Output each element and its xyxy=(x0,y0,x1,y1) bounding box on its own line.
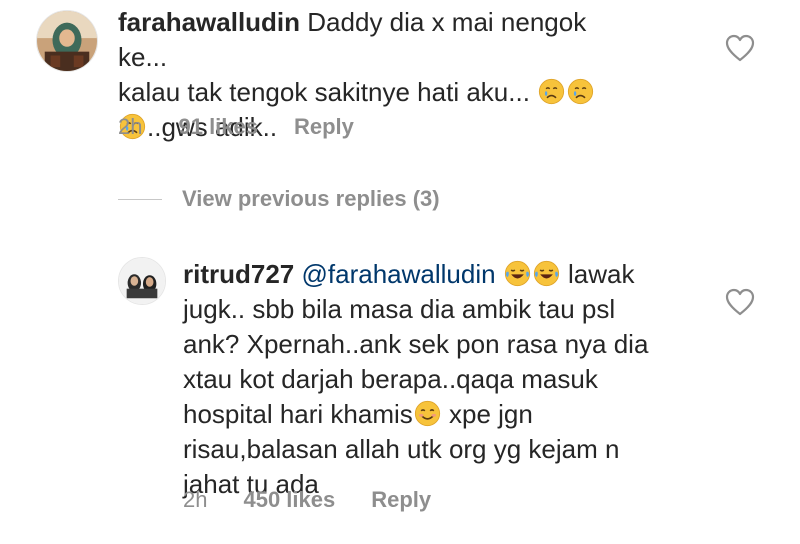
tears-of-joy-emoji xyxy=(504,260,531,287)
comment-line: risau,balasan allah utk org yg kejam n xyxy=(183,434,620,464)
comment-line: jugk.. sbb bila masa dia ambik tau psl xyxy=(183,294,616,324)
reply-button[interactable]: Reply xyxy=(294,114,354,140)
comment-meta: 2h 91 likes Reply xyxy=(118,114,354,140)
like-heart-icon[interactable] xyxy=(725,288,755,316)
smiling-face-emoji xyxy=(414,400,441,427)
comment-line: hospital hari khamis xyxy=(183,399,413,429)
comment-username[interactable]: ritrud727 xyxy=(183,259,294,289)
avatar-image xyxy=(119,258,165,304)
comment-line: xtau kot darjah berapa..qaqa masuk xyxy=(183,364,598,394)
crying-face-emoji xyxy=(567,78,594,105)
avatar[interactable] xyxy=(36,10,98,72)
like-heart-icon[interactable] xyxy=(725,34,755,62)
avatar-image xyxy=(37,11,97,71)
likes-count[interactable]: 450 likes xyxy=(243,487,335,513)
divider-line xyxy=(118,198,162,200)
comment-username[interactable]: farahawalludin xyxy=(118,7,300,37)
reply-button[interactable]: Reply xyxy=(371,487,431,513)
comment-line: xpe jgn xyxy=(449,399,533,429)
comment-line: kalau tak tengok sakitnye hati aku... xyxy=(118,77,530,107)
comment-line: lawak xyxy=(568,259,635,289)
crying-face-emoji xyxy=(538,78,565,105)
view-previous-replies-button[interactable]: View previous replies (3) xyxy=(118,186,440,212)
comment-text: ritrud727 @farahawalludin lawak jugk.. s… xyxy=(183,257,683,502)
avatar[interactable] xyxy=(118,257,166,305)
tears-of-joy-emoji xyxy=(533,260,560,287)
comment-line: ank? Xpernah..ank sek pon rasa nya dia xyxy=(183,329,649,359)
likes-count[interactable]: 91 likes xyxy=(178,114,258,140)
mention-link[interactable]: @farahawalludin xyxy=(302,259,496,289)
view-previous-replies-label: View previous replies (3) xyxy=(182,186,440,211)
comment-meta: 2h 450 likes Reply xyxy=(183,487,431,513)
comment-timestamp[interactable]: 2h xyxy=(118,114,142,140)
comment-timestamp[interactable]: 2h xyxy=(183,487,207,513)
